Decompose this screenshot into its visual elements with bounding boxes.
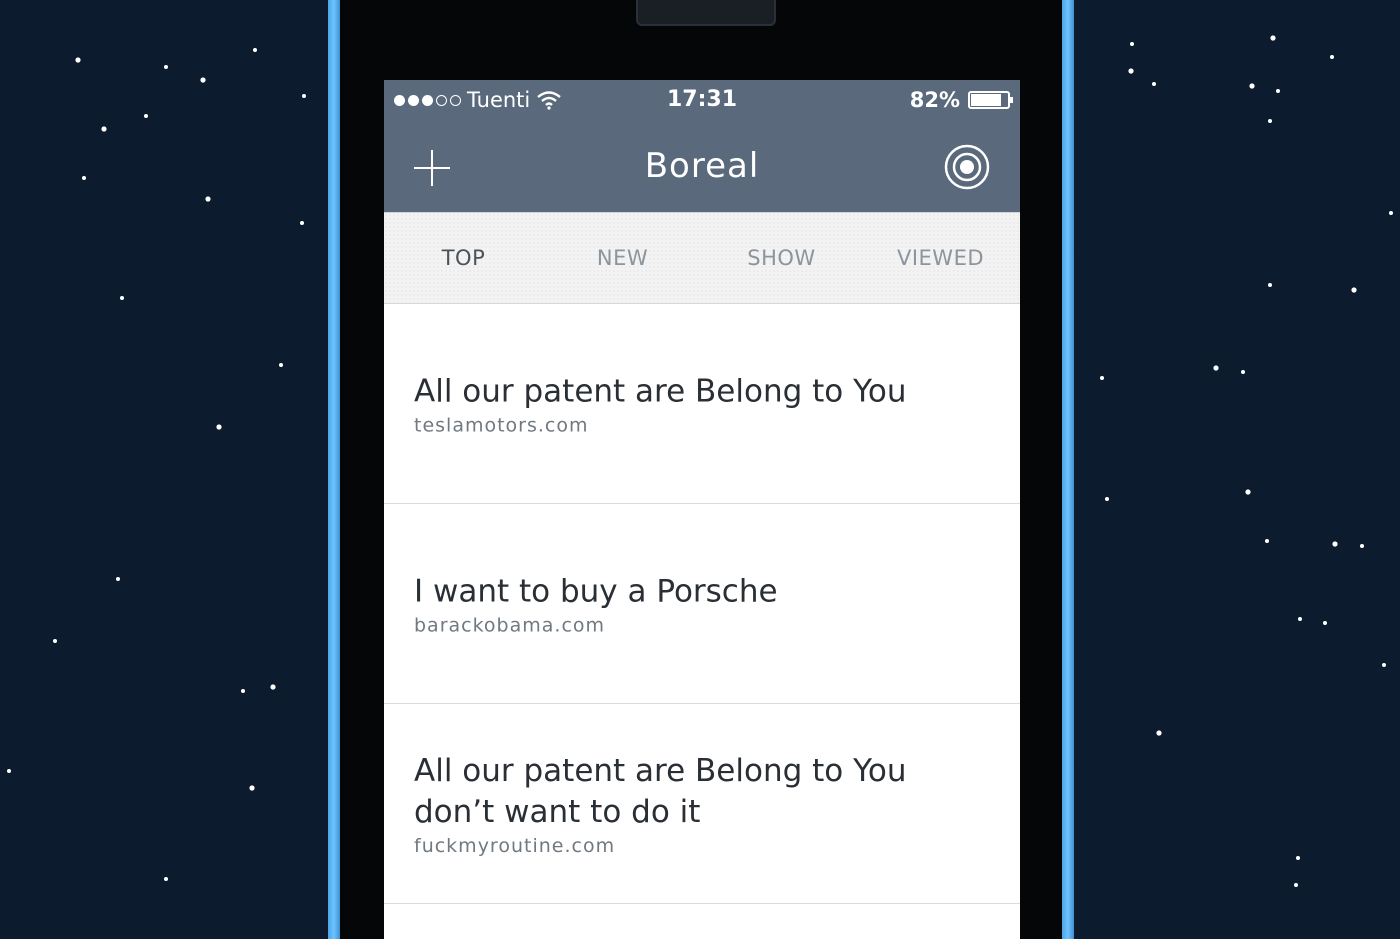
navigation-bar: Boreal [384, 122, 1020, 212]
star [241, 689, 245, 693]
star [1298, 617, 1302, 621]
story-domain: barackobama.com [414, 614, 606, 636]
star [1330, 55, 1334, 59]
star [1360, 544, 1364, 548]
star [302, 94, 306, 98]
star [1351, 287, 1357, 293]
story-item[interactable]: All our patent are Belong to You don’t w… [384, 704, 1020, 904]
star [101, 126, 107, 132]
story-item[interactable]: All our patent are Belong to You teslamo… [384, 304, 1020, 504]
star [1241, 370, 1245, 374]
star [53, 639, 57, 643]
star [1265, 539, 1269, 543]
star [1105, 497, 1109, 501]
tab-show[interactable]: SHOW [702, 213, 861, 303]
star [205, 196, 211, 202]
tab-new[interactable]: NEW [543, 213, 702, 303]
star [1130, 42, 1134, 46]
battery-icon [968, 91, 1013, 109]
star [1276, 89, 1280, 93]
star [216, 424, 222, 430]
tab-top[interactable]: TOP [384, 213, 543, 303]
star [1152, 82, 1156, 86]
story-domain: teslamotors.com [414, 414, 589, 436]
star [164, 877, 168, 881]
star [253, 48, 257, 52]
star [1382, 663, 1386, 667]
star [1270, 35, 1276, 41]
story-title: All our patent are Belong to You [414, 373, 907, 409]
status-bar: Tuenti 17:31 82% [384, 80, 1020, 122]
star [144, 114, 148, 118]
star [75, 57, 81, 63]
star [1332, 541, 1338, 547]
story-title: I want to buy a Porsche [414, 573, 778, 609]
star [1268, 283, 1272, 287]
star [200, 77, 206, 83]
star [82, 176, 86, 180]
star [270, 684, 276, 690]
star [300, 221, 304, 225]
star [1100, 376, 1104, 380]
star [164, 65, 168, 69]
star [1249, 83, 1255, 89]
star [249, 785, 255, 791]
star [1294, 883, 1298, 887]
tab-viewed[interactable]: VIEWED [861, 213, 1020, 303]
story-title: All our patent are Belong to You don’t w… [414, 752, 907, 830]
phone-edge-left [328, 0, 340, 939]
target-icon[interactable] [944, 144, 990, 190]
star [1245, 489, 1251, 495]
tab-bar: TOP NEW SHOW VIEWED [384, 212, 1020, 304]
battery-percent: 82% [909, 88, 960, 112]
phone-edge-right [1062, 0, 1074, 939]
app-title: Boreal [644, 146, 760, 186]
story-item[interactable]: I want to buy a Porsche barackobama.com [384, 504, 1020, 704]
star [1128, 68, 1134, 74]
star [116, 577, 120, 581]
star [7, 769, 11, 773]
star [1323, 621, 1327, 625]
star [279, 363, 283, 367]
star [1213, 365, 1219, 371]
star [1389, 211, 1393, 215]
star [1268, 119, 1272, 123]
star [1156, 730, 1162, 736]
phone-screen: Tuenti 17:31 82% Boreal TOP NEW SHOW VIE… [384, 80, 1020, 939]
star [120, 296, 124, 300]
star [1296, 856, 1300, 860]
phone-speaker [636, 0, 776, 26]
story-domain: fuckmyroutine.com [414, 834, 616, 857]
